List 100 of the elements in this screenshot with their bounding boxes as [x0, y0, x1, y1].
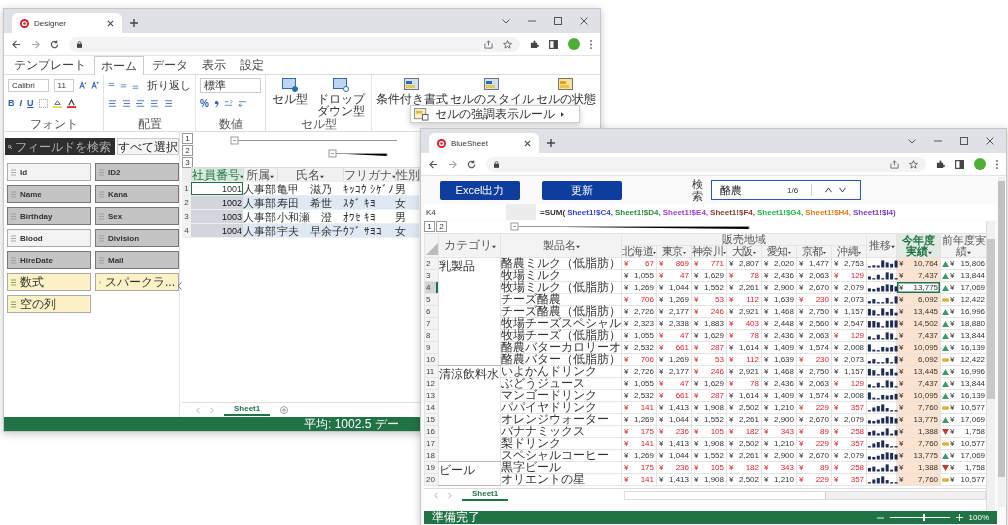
field-item[interactable]: 空の列	[7, 295, 91, 313]
column-header[interactable]: 氏名	[277, 167, 343, 182]
filter-icon[interactable]	[890, 245, 895, 249]
percent-button[interactable]: %	[200, 97, 209, 109]
filter-icon[interactable]	[575, 245, 580, 249]
page-scrollbar[interactable]	[998, 177, 1005, 507]
column-header[interactable]: 所属	[243, 167, 277, 182]
font-grow-icon[interactable]	[78, 80, 87, 90]
cell-type-button[interactable]: セル型	[270, 78, 310, 105]
filter-icon[interactable]	[822, 251, 826, 255]
field-item[interactable]: Id	[7, 163, 91, 181]
field-item[interactable]: Blood	[7, 229, 91, 247]
puzzle-icon[interactable]	[936, 159, 945, 169]
vertical-scrollbar[interactable]	[986, 221, 995, 511]
outline-level-button[interactable]: 1	[182, 133, 193, 144]
search-field[interactable]: フィールドを検索	[5, 138, 115, 155]
field-item[interactable]: Mail	[95, 251, 179, 269]
cell-type-button[interactable]: ドロップダウン型	[315, 78, 367, 117]
filter-icon[interactable]	[491, 245, 496, 249]
search-field[interactable]: 酪農 1/6	[711, 180, 861, 200]
menu-item[interactable]: セルの強調表示ルール	[414, 106, 564, 122]
align-icon[interactable]	[122, 98, 131, 108]
field-item[interactable]: Division	[95, 229, 179, 247]
back-arrow-icon[interactable]	[429, 159, 438, 169]
column-header[interactable]: 製品名	[500, 233, 622, 258]
reload-icon[interactable]	[467, 159, 476, 169]
formula-field[interactable]: =SUM( Sheet1!$C4, Sheet1!$D4, Sheet1!$E4, Sheet1!$F4, Sheet1!$G4, Sheet1!$H4, Sheet1!$I4)	[536, 204, 997, 220]
chevron-left-icon[interactable]	[177, 282, 182, 290]
field-item[interactable]: Sex	[95, 207, 179, 225]
sheet-tab[interactable]: Sheet1	[224, 404, 271, 416]
field-item[interactable]: Kana	[95, 185, 179, 203]
comma-style-icon[interactable]	[213, 98, 219, 108]
filter-icon[interactable]	[752, 251, 756, 255]
font-style-button[interactable]: I	[19, 98, 22, 108]
star-icon[interactable]	[909, 159, 918, 169]
column-header[interactable]: 今年度実績	[896, 233, 941, 258]
font-size-dropdown[interactable]: 11	[53, 78, 74, 92]
style-button[interactable]: セルの状態	[536, 78, 596, 105]
style-button[interactable]: セルのスタイル	[450, 78, 534, 105]
filter-icon[interactable]	[320, 174, 324, 179]
outline-level-button[interactable]: 2	[436, 221, 447, 232]
field-item[interactable]: ID2	[95, 163, 179, 181]
next-match-icon[interactable]	[839, 187, 847, 193]
previous-match-icon[interactable]	[825, 187, 833, 193]
zoom-in-icon[interactable]	[955, 514, 963, 521]
filter-icon[interactable]	[857, 251, 861, 255]
field-item[interactable]: 数式	[7, 273, 91, 291]
number-format-dropdown[interactable]: 標準	[200, 77, 261, 93]
fill-color-icon[interactable]	[52, 98, 62, 108]
ribbon-tab[interactable]: テンプレート	[8, 56, 92, 74]
reload-icon[interactable]	[50, 39, 59, 49]
font-style-button[interactable]: U	[27, 98, 34, 108]
align-icon[interactable]	[150, 98, 159, 108]
outline-level-button[interactable]: 2	[182, 145, 193, 156]
close-icon[interactable]	[524, 139, 531, 147]
font-style-button[interactable]: B	[8, 98, 15, 108]
close-icon[interactable]	[107, 19, 114, 27]
maximize-icon[interactable]	[554, 17, 562, 25]
sheet-tab[interactable]: Sheet1	[462, 489, 509, 501]
filter-icon[interactable]	[967, 250, 972, 255]
back-arrow-icon[interactable]	[12, 39, 21, 49]
share-icon[interactable]	[484, 39, 493, 49]
column-header[interactable]: 前年度実績	[940, 233, 987, 258]
ribbon-tab[interactable]: 設定	[234, 56, 270, 74]
maximize-icon[interactable]	[960, 137, 968, 145]
avatar-icon[interactable]	[974, 158, 986, 170]
align-icon[interactable]	[136, 98, 145, 108]
field-item[interactable]: Birthday	[7, 207, 91, 225]
chevron-down-icon[interactable]	[502, 18, 510, 24]
font-color-icon[interactable]	[66, 98, 76, 108]
align-icon[interactable]	[108, 98, 117, 108]
ribbon-tab[interactable]: データ	[146, 56, 194, 74]
chevron-down-icon[interactable]	[908, 138, 916, 144]
share-icon[interactable]	[890, 159, 899, 169]
star-icon[interactable]	[503, 39, 512, 49]
column-header[interactable]: 性別	[395, 167, 419, 182]
avatar-icon[interactable]	[568, 38, 580, 50]
style-button[interactable]: 条件付き書式	[376, 78, 448, 105]
plus-icon[interactable]	[130, 19, 138, 27]
column-header[interactable]: 推移	[866, 233, 897, 258]
ribbon-tab[interactable]: ホーム	[94, 56, 144, 75]
filter-icon[interactable]	[682, 251, 686, 255]
select-all-button[interactable]: すべて選択	[117, 138, 179, 155]
ribbon-tab[interactable]: 表示	[196, 56, 232, 74]
column-header[interactable]: カテゴリ	[438, 233, 501, 258]
close-icon[interactable]	[580, 17, 588, 25]
font-name-dropdown[interactable]: Calibri	[8, 78, 49, 92]
column-header[interactable]: 大阪	[726, 245, 762, 258]
increase-decimal-icon[interactable]	[223, 98, 233, 108]
browser-tab[interactable]: BlueSheet	[429, 133, 539, 153]
puzzle-icon[interactable]	[530, 39, 539, 49]
sidebar-icon[interactable]	[955, 159, 964, 169]
filter-icon[interactable]	[787, 251, 791, 255]
filter-icon[interactable]	[927, 250, 932, 255]
name-box[interactable]: K4	[424, 204, 506, 220]
update-button[interactable]: 更新	[542, 180, 622, 200]
wrap-text-button[interactable]: 折り返し	[147, 77, 191, 93]
align-icon[interactable]	[164, 98, 173, 108]
sidebar-icon[interactable]	[549, 39, 558, 49]
plus-icon[interactable]	[547, 139, 555, 147]
